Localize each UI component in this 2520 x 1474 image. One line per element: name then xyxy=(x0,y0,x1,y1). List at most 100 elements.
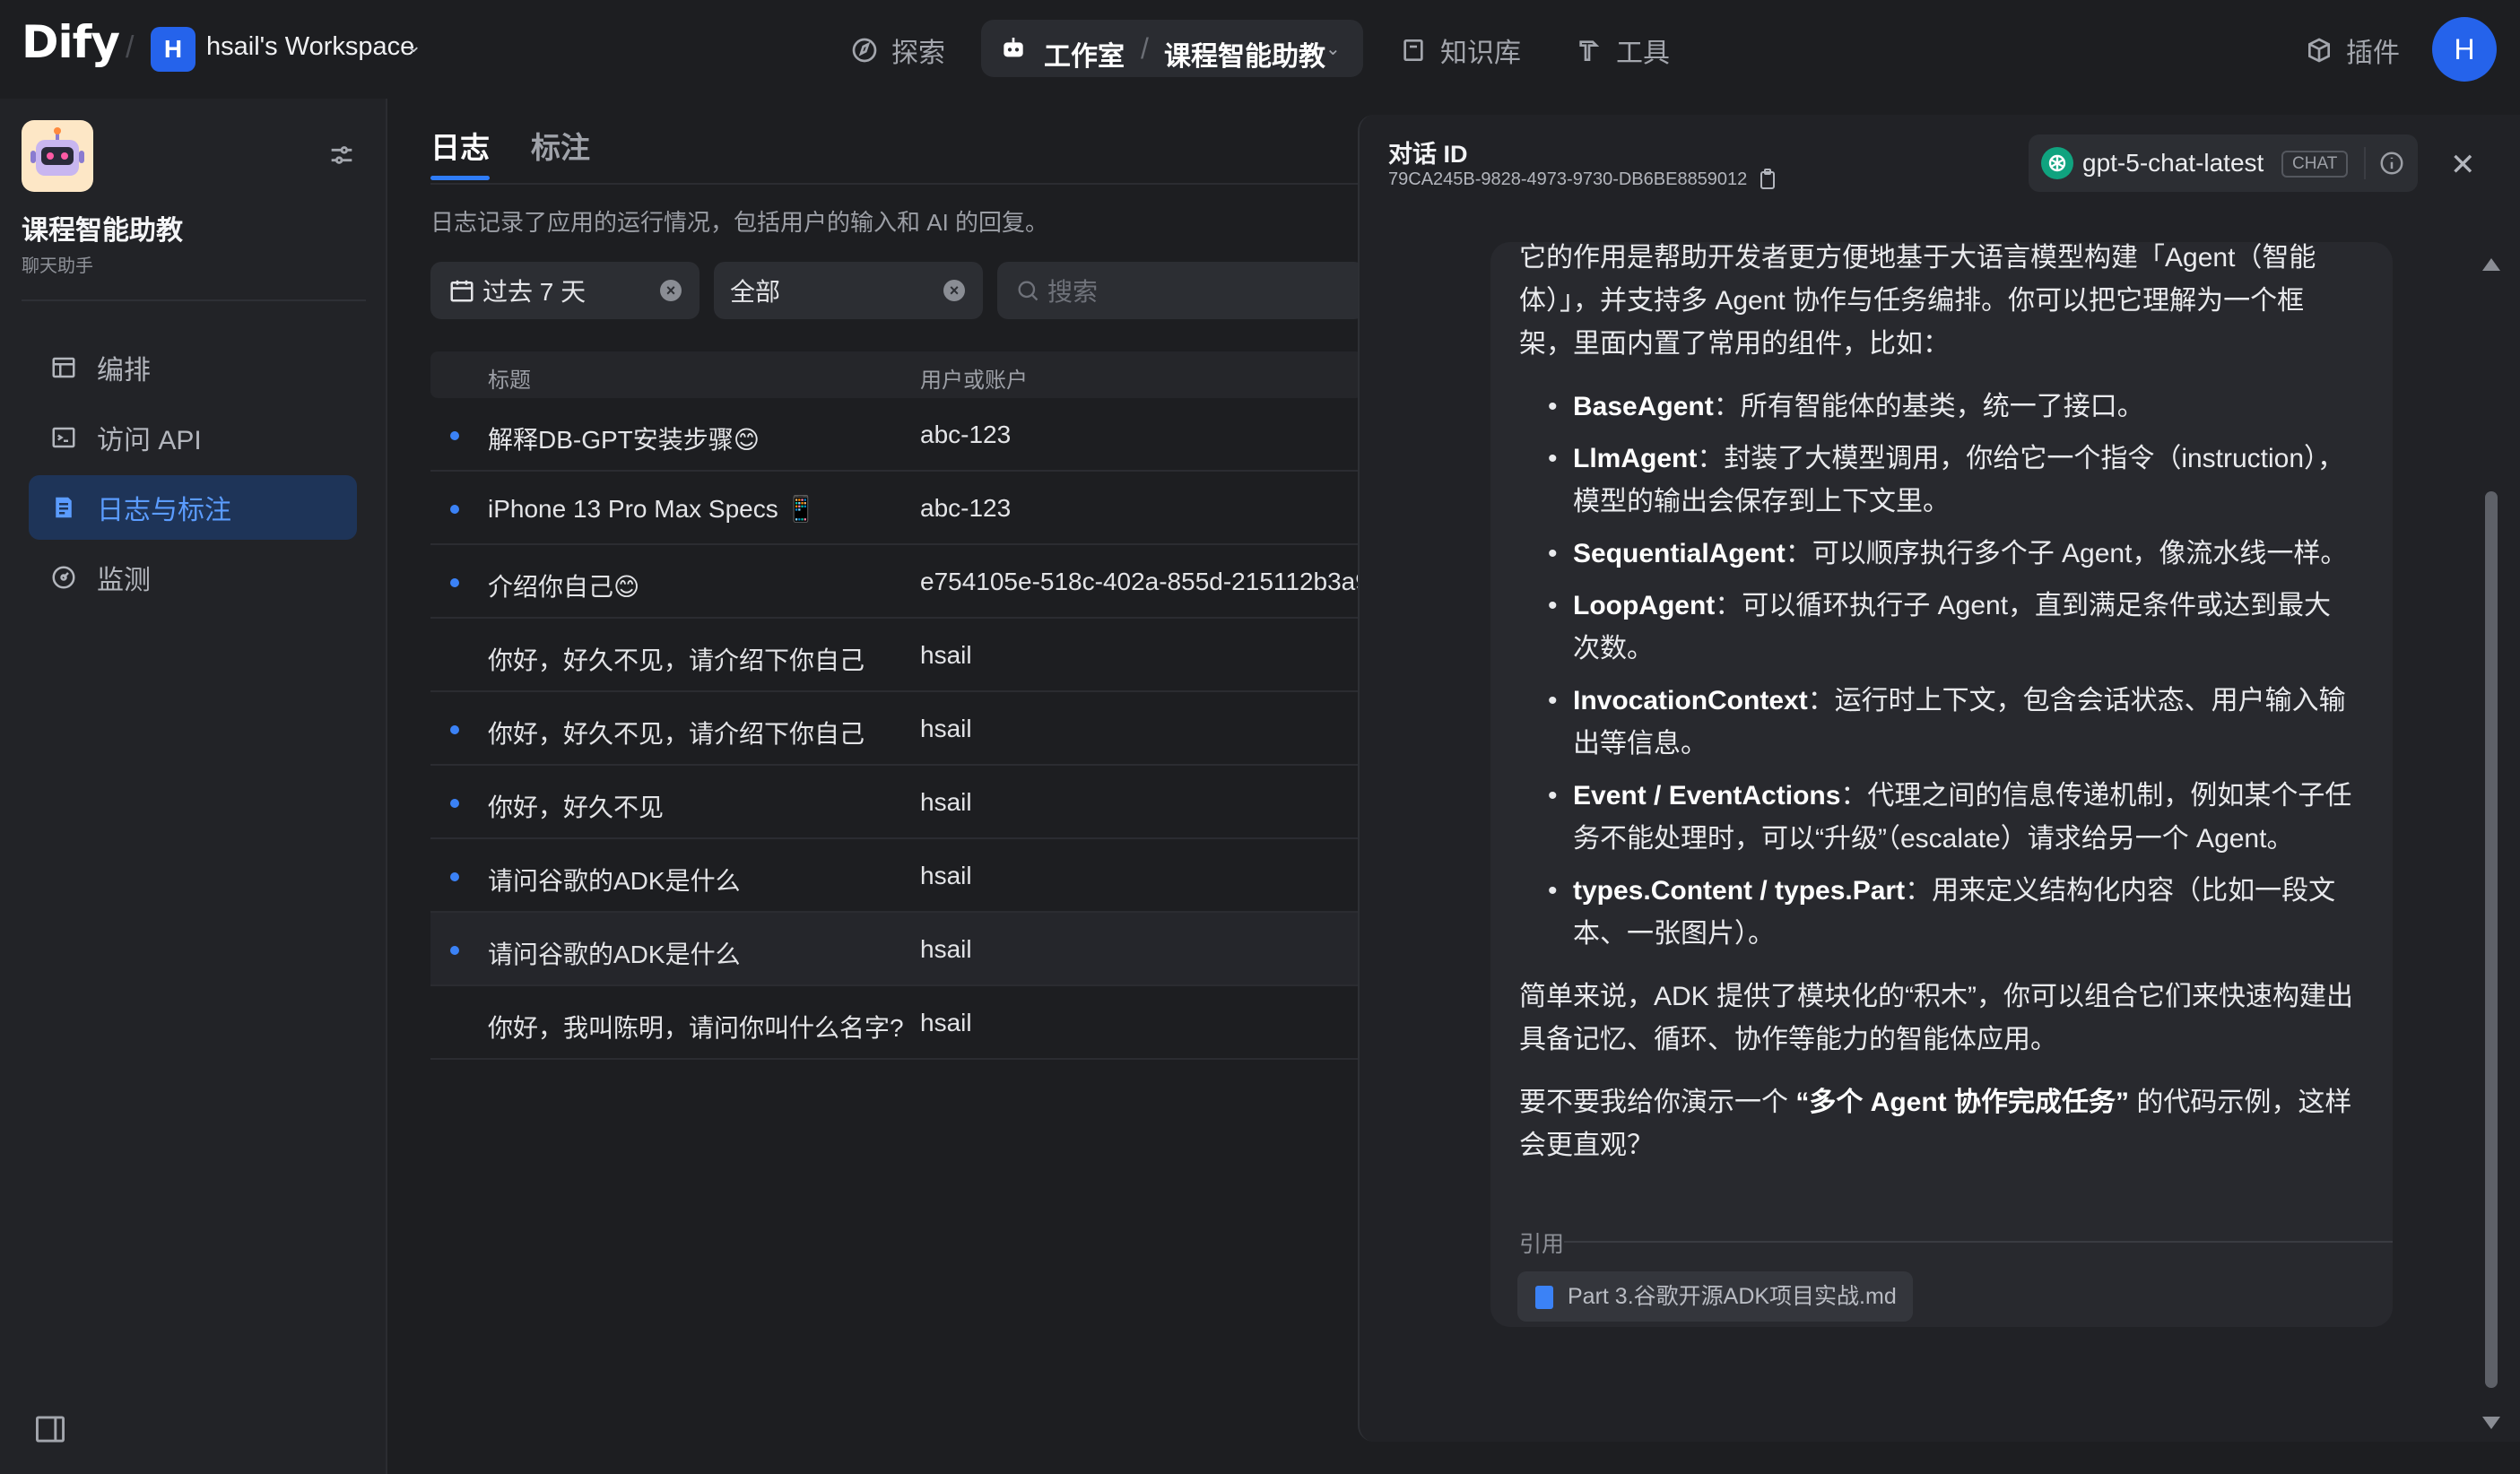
nav-tools[interactable]: 工具 xyxy=(1575,30,1670,70)
nav-studio[interactable]: 工作室 / 课程智能助教 ⌄ xyxy=(981,20,1363,77)
message-intro: 它的作用是帮助开发者更方便地基于大语言模型构建「Agent（智能体）」，并支持多… xyxy=(1519,243,2316,359)
unread-dot xyxy=(450,578,459,587)
message-content: 它的作用是帮助开发者更方便地基于大语言模型构建「Agent（智能体）」，并支持多… xyxy=(1519,242,2353,1187)
component-list: BaseAgent：所有智能体的基类，统一了接口。 LlmAgent：封装了大模… xyxy=(1519,386,2353,956)
term: LoopAgent xyxy=(1573,591,1716,620)
row-title: 你好，好久不见，请介绍下你自己 xyxy=(488,646,865,674)
list-item: LoopAgent：可以循环执行子 Agent，直到满足条件或达到最大次数。 xyxy=(1519,585,2353,671)
compass-icon xyxy=(852,38,877,63)
sidebar-item-api[interactable]: 访问 API xyxy=(29,405,357,470)
row-user: hsail xyxy=(920,935,972,963)
status-filter[interactable]: 全部 × xyxy=(714,262,983,319)
tab-annotations[interactable]: 标注 xyxy=(531,124,590,167)
list-item: Event / EventActions：代理之间的信息传递机制，例如某个子任务… xyxy=(1519,775,2353,861)
clear-icon[interactable]: × xyxy=(660,280,682,301)
nav-explore[interactable]: 探索 xyxy=(850,30,945,70)
nav-knowledge[interactable]: 知识库 xyxy=(1399,30,1521,70)
divider xyxy=(2364,147,2366,179)
conversation-id-value: 79CA245B-9828-4973-9730-DB6BE8859012 xyxy=(1388,169,1748,189)
sidebar-item-label: 监测 xyxy=(97,566,151,595)
hammer-icon xyxy=(1579,40,1600,61)
sidebar-item-monitor[interactable]: 监测 xyxy=(29,545,357,610)
table-row[interactable]: 你好，好久不见，请介绍下你自己 hsail xyxy=(430,692,1363,766)
term: InvocationContext xyxy=(1573,686,1808,715)
row-user: hsail xyxy=(920,641,972,669)
term: types.Content / types.Part xyxy=(1573,876,1906,906)
app-robot-icon[interactable] xyxy=(22,120,93,192)
file-icon xyxy=(1535,1286,1553,1309)
table-row[interactable]: 请问谷歌的ADK是什么 hsail xyxy=(430,913,1363,986)
conversation-id: 79CA245B-9828-4973-9730-DB6BE8859012 xyxy=(1388,169,1777,190)
table-row[interactable]: 解释DB-GPT安装步骤😊 abc-123 xyxy=(430,398,1363,472)
tab-divider xyxy=(430,183,1363,185)
row-user: hsail xyxy=(920,715,972,742)
table-row[interactable]: 你好，好久不见 hsail xyxy=(430,766,1363,839)
row-title: 你好，好久不见 xyxy=(488,793,665,821)
row-user: hsail xyxy=(920,862,972,889)
nav-plugins-label: 插件 xyxy=(2346,39,2400,68)
sidebar-item-orchestrate[interactable]: 编排 xyxy=(29,335,357,400)
list-item: InvocationContext：运行时上下文，包含会话状态、用户输入输出等信… xyxy=(1519,680,2353,766)
table-row[interactable]: iPhone 13 Pro Max Specs 📱 abc-123 xyxy=(430,472,1363,545)
row-title: 解释DB-GPT安装步骤😊 xyxy=(488,426,760,454)
conversation-id-label: 对话 ID xyxy=(1388,141,1468,168)
status-filter-value: 全部 xyxy=(730,278,781,306)
info-icon[interactable] xyxy=(2378,150,2405,177)
current-app-name[interactable]: 课程智能助教 xyxy=(1164,34,1325,74)
app-type: 聊天助手 xyxy=(22,256,93,276)
table-row[interactable]: 介绍你自己😊 e754105e-518c-402a-855d-215112b3a… xyxy=(430,545,1363,619)
row-title: 请问谷歌的ADK是什么 xyxy=(488,941,741,968)
term: BaseAgent xyxy=(1573,392,1714,421)
row-title: 请问谷歌的ADK是什么 xyxy=(488,867,741,895)
term-desc: ：可以顺序执行多个子 Agent，像流水线一样。 xyxy=(1785,539,2348,568)
nav-knowledge-label: 知识库 xyxy=(1440,39,1521,68)
dify-logo[interactable]: Dify xyxy=(22,16,120,68)
scroll-down-icon[interactable] xyxy=(2482,1417,2500,1429)
cube-icon xyxy=(2308,38,2330,63)
tab-logs[interactable]: 日志 xyxy=(430,124,490,167)
term: Event / EventActions xyxy=(1573,781,1841,811)
user-avatar[interactable]: H xyxy=(2432,17,2497,82)
scroll-up-icon[interactable] xyxy=(2482,258,2500,271)
sidebar-item-label: 编排 xyxy=(97,356,151,386)
model-badge[interactable]: gpt-5-chat-latest CHAT xyxy=(2029,134,2418,192)
period-filter-value: 过去 7 天 xyxy=(482,278,587,306)
copy-icon[interactable] xyxy=(1758,169,1777,190)
list-item: SequentialAgent：可以顺序执行多个子 Agent，像流水线一样。 xyxy=(1519,533,2353,576)
chevron-down-icon[interactable]: ⌄ xyxy=(405,34,421,57)
table-row[interactable]: 你好，我叫陈明，请问你叫什么名字? hsail xyxy=(430,986,1363,1060)
clear-icon[interactable]: × xyxy=(943,280,965,301)
app-sidebar: 课程智能助教 聊天助手 编排 访问 API 日志与标注 监测 xyxy=(0,99,387,1474)
breadcrumb-separator: / xyxy=(1141,32,1149,65)
sliders-icon[interactable] xyxy=(326,140,357,170)
workspace-avatar[interactable]: H xyxy=(151,27,196,72)
search-input[interactable]: 搜索 xyxy=(997,262,1365,319)
top-bar: Dify / H hsail's Workspace ⌄ 探索 工作室 / 课程… xyxy=(0,0,2520,99)
doc-icon xyxy=(56,497,72,518)
citation-label: 引用 xyxy=(1519,1232,1565,1257)
citation-file[interactable]: Part 3.谷歌开源ADK项目实战.md xyxy=(1517,1271,1913,1322)
workspace-name[interactable]: hsail's Workspace xyxy=(206,32,414,62)
nav-plugins[interactable]: 插件 xyxy=(2305,30,2400,70)
chevron-down-icon[interactable]: ⌄ xyxy=(1325,38,1341,60)
row-user: hsail xyxy=(920,1009,972,1036)
table-row[interactable]: 请问谷歌的ADK是什么 hsail xyxy=(430,839,1363,913)
panel-toggle-icon[interactable] xyxy=(34,1415,66,1444)
message-question: 要不要我给你演示一个 “多个 Agent 协作完成任务” 的代码示例，这样会更直… xyxy=(1519,1081,2353,1167)
close-icon[interactable]: ✕ xyxy=(2450,147,2476,183)
scrollbar-thumb[interactable] xyxy=(2485,491,2498,1388)
robot-icon xyxy=(1004,38,1023,57)
sidebar-item-label: 访问 API xyxy=(97,426,202,455)
sidebar-item-logs[interactable]: 日志与标注 xyxy=(29,475,357,540)
sidebar-item-label: 日志与标注 xyxy=(97,496,231,525)
divider xyxy=(22,299,366,301)
term: LlmAgent xyxy=(1573,444,1698,473)
period-filter[interactable]: 过去 7 天 × xyxy=(430,262,700,319)
active-tab-indicator xyxy=(430,176,490,180)
breadcrumb-separator: / xyxy=(126,30,135,65)
row-user: hsail xyxy=(920,788,972,816)
table-row[interactable]: 你好，好久不见，请介绍下你自己 hsail xyxy=(430,619,1363,692)
row-title: 你好，好久不见，请介绍下你自己 xyxy=(488,720,865,748)
column-title: 标题 xyxy=(488,368,531,393)
unread-dot xyxy=(450,799,459,808)
